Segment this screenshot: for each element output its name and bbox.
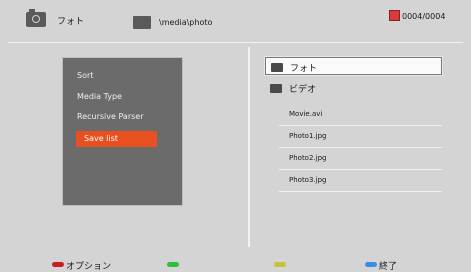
file-name: Photo3.jpg: [289, 176, 327, 184]
exit-label: 終了: [379, 262, 398, 272]
file-row[interactable]: Photo2.jpg: [279, 148, 442, 170]
options-menu: Sort Media Type Recursive Parser Save li…: [62, 57, 183, 206]
file-row[interactable]: Photo1.jpg: [279, 126, 442, 148]
option-label: オプション: [66, 262, 112, 272]
folder-icon: [270, 84, 282, 93]
menu-item-media-type[interactable]: Media Type: [77, 92, 122, 101]
folder-name: ビデオ: [289, 85, 317, 95]
file-name: Photo2.jpg: [289, 154, 327, 162]
header-divider: [8, 42, 463, 43]
file-row[interactable]: Movie.avi: [279, 104, 442, 126]
menu-item-recursive-parser[interactable]: Recursive Parser: [77, 112, 144, 121]
panel-divider: [248, 47, 250, 247]
menu-item-save-list[interactable]: Save list: [76, 131, 157, 147]
row-divider: [279, 191, 442, 192]
folder-icon: [133, 16, 151, 29]
folder-icon: [271, 63, 283, 72]
green-button-icon[interactable]: [167, 262, 179, 267]
camera-icon: [26, 9, 46, 27]
menu-item-sort[interactable]: Sort: [77, 71, 93, 80]
folder-row-photo[interactable]: フォト: [265, 57, 442, 75]
file-name: Movie.avi: [289, 110, 323, 118]
source-label: フォト: [57, 17, 85, 27]
item-counter: 0004/0004: [402, 12, 446, 21]
path-label: \media\photo: [159, 18, 213, 27]
yellow-button-icon[interactable]: [274, 262, 286, 267]
counter-icon: [389, 10, 400, 21]
folder-row-video[interactable]: ビデオ: [265, 79, 442, 97]
file-row[interactable]: Photo3.jpg: [279, 170, 442, 192]
blue-button-icon[interactable]: [365, 262, 377, 267]
file-name: Photo1.jpg: [289, 132, 327, 140]
red-button-icon[interactable]: [52, 262, 64, 267]
folder-name: フォト: [290, 64, 318, 74]
